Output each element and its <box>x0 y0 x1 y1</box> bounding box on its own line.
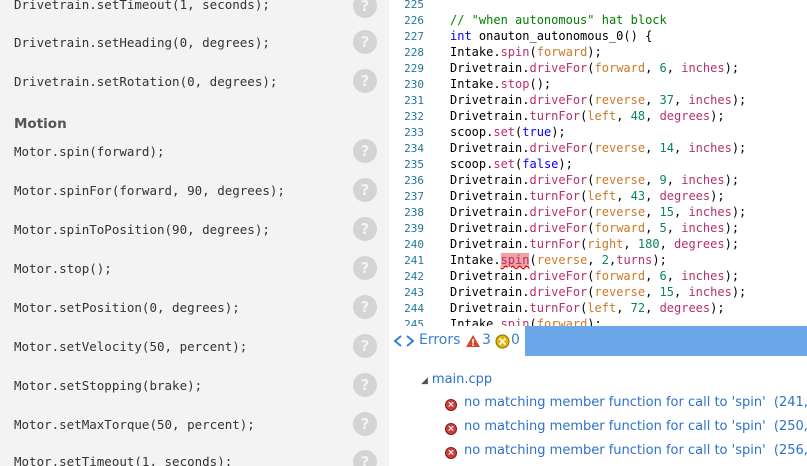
line-number: 232 <box>404 110 424 123</box>
section-title-motion: Motion <box>14 116 67 132</box>
error-row[interactable]: × no matching member function for call to… <box>445 395 807 411</box>
line-number: 231 <box>404 94 424 107</box>
help-icon[interactable]: ? <box>353 295 377 319</box>
error-icon: × <box>445 447 457 459</box>
code-line[interactable]: scoop.set(true); <box>450 125 566 139</box>
code-line[interactable]: Drivetrain.driveFor(reverse, 9, inches); <box>450 173 739 187</box>
line-number: 242 <box>404 270 424 283</box>
help-icon[interactable]: ? <box>353 256 377 280</box>
code-line[interactable]: // "when autonomous" hat block <box>450 13 667 27</box>
code-line[interactable]: Drivetrain.turnFor(right, 180, degrees); <box>450 237 739 251</box>
code-editor[interactable]: 225 226 227 228 229 230 231 232 233 234 235 236 237 2… <box>389 0 807 326</box>
code-line[interactable]: Drivetrain.driveFor(reverse, 15, inches)… <box>450 285 746 299</box>
error-location: (256, 8) <box>773 443 807 458</box>
help-icon[interactable]: ? <box>353 69 377 93</box>
line-number: 229 <box>404 62 424 75</box>
snippet-motor-setmaxtorque[interactable]: Motor.setMaxTorque(50, percent); <box>14 417 255 432</box>
code-line[interactable]: Intake.spin(forward); <box>450 317 602 326</box>
snippet-drivetrain-setheading[interactable]: Drivetrain.setHeading(0, degrees); <box>14 35 270 50</box>
snippet-motor-stop[interactable]: Motor.stop(); <box>14 261 112 276</box>
code-line[interactable]: int onauton_autonomous_0() { <box>450 29 652 43</box>
line-number: 243 <box>404 286 424 299</box>
help-icon[interactable]: ? <box>353 30 377 54</box>
errors-panel-header: Errors 3 0 <box>389 326 807 356</box>
code-line[interactable]: Intake.spin(forward); <box>450 45 602 59</box>
line-number: 226 <box>404 14 424 27</box>
error-count-icon <box>495 334 510 349</box>
help-icon[interactable]: ? <box>353 412 377 436</box>
help-icon[interactable]: ? <box>353 450 377 466</box>
line-number: 234 <box>404 142 424 155</box>
snippet-panel: Drivetrain.setTimeout(1, seconds); ? Dri… <box>0 0 389 466</box>
error-location: (241, 8) <box>773 395 807 410</box>
snippet-motor-setposition[interactable]: Motor.setPosition(0, degrees); <box>14 300 240 315</box>
line-number: 237 <box>404 190 424 203</box>
snippet-motor-settimeout[interactable]: Motor.setTimeout(1, seconds); <box>14 454 232 466</box>
code-line[interactable]: Drivetrain.driveFor(forward, 6, inches); <box>450 269 739 283</box>
line-number: 241 <box>404 254 424 267</box>
collapse-triangle-icon[interactable]: ◢ <box>421 376 428 386</box>
code-line[interactable]: Intake.spin(reverse, 2,turns); <box>450 253 667 267</box>
line-number: 239 <box>404 222 424 235</box>
error-row[interactable]: × no matching member function for call to… <box>445 419 807 435</box>
snippet-drivetrain-settimeout[interactable]: Drivetrain.setTimeout(1, seconds); <box>14 0 270 12</box>
line-number: 233 <box>404 126 424 139</box>
help-icon[interactable]: ? <box>353 217 377 241</box>
code-line[interactable]: Drivetrain.driveFor(reverse, 37, inches)… <box>450 93 746 107</box>
snippet-motor-spintoposition[interactable]: Motor.spinToPosition(90, degrees); <box>14 222 270 237</box>
line-number: 235 <box>404 158 424 171</box>
error-message: no matching member function for call to … <box>464 419 766 434</box>
warning-icon <box>466 335 480 347</box>
snippet-motor-spin[interactable]: Motor.spin(forward); <box>14 144 165 159</box>
file-name: main.cpp <box>431 372 493 387</box>
line-number: 227 <box>404 30 424 43</box>
error-icon: × <box>445 423 457 435</box>
snippet-motor-setstopping[interactable]: Motor.setStopping(brake); <box>14 378 202 393</box>
help-icon[interactable]: ? <box>353 373 377 397</box>
error-count: 0 <box>511 332 520 348</box>
error-icon: × <box>445 399 457 411</box>
help-icon[interactable]: ? <box>353 178 377 202</box>
line-number: 230 <box>404 78 424 91</box>
line-number: 240 <box>404 238 424 251</box>
panel-header-highlight <box>525 326 807 356</box>
line-number: 244 <box>404 302 424 315</box>
error-row[interactable]: × no matching member function for call to… <box>445 443 807 459</box>
file-group-main-cpp[interactable]: ◢ main.cpp <box>421 372 492 387</box>
code-line[interactable]: scoop.set(false); <box>450 157 573 171</box>
error-message: no matching member function for call to … <box>464 395 766 410</box>
error-list: ◢ main.cpp × no matching member function f… <box>389 356 807 466</box>
warning-count: 3 <box>482 332 491 348</box>
line-number: 236 <box>404 174 424 187</box>
line-number: 228 <box>404 46 424 59</box>
line-number: 225 <box>404 0 424 11</box>
code-line[interactable]: Drivetrain.driveFor(forward, 5, inches); <box>450 221 739 235</box>
help-icon[interactable]: ? <box>353 0 377 18</box>
code-line[interactable]: Drivetrain.turnFor(left, 43, degrees); <box>450 189 725 203</box>
snippet-motor-setvelocity[interactable]: Motor.setVelocity(50, percent); <box>14 339 247 354</box>
code-line[interactable]: Drivetrain.turnFor(left, 72, degrees); <box>450 301 725 315</box>
error-location: (250, 8) <box>773 419 807 434</box>
help-icon[interactable]: ? <box>353 334 377 358</box>
code-line[interactable]: Drivetrain.driveFor(forward, 6, inches); <box>450 61 739 75</box>
code-line[interactable]: Drivetrain.turnFor(left, 48, degrees); <box>450 109 725 123</box>
line-number: 238 <box>404 206 424 219</box>
code-line[interactable]: Drivetrain.driveFor(reverse, 15, inches)… <box>450 205 746 219</box>
errors-tab[interactable]: Errors <box>419 332 460 348</box>
help-icon[interactable]: ? <box>353 139 377 163</box>
line-number: 245 <box>404 318 424 326</box>
code-line[interactable]: Intake.stop(); <box>450 77 551 91</box>
snippet-motor-spinfor[interactable]: Motor.spinFor(forward, 90, degrees); <box>14 183 285 198</box>
error-message: no matching member function for call to … <box>464 443 766 458</box>
code-brackets-icon <box>393 335 415 347</box>
code-line[interactable]: Drivetrain.driveFor(reverse, 14, inches)… <box>450 141 746 155</box>
snippet-drivetrain-setrotation[interactable]: Drivetrain.setRotation(0, degrees); <box>14 74 277 89</box>
